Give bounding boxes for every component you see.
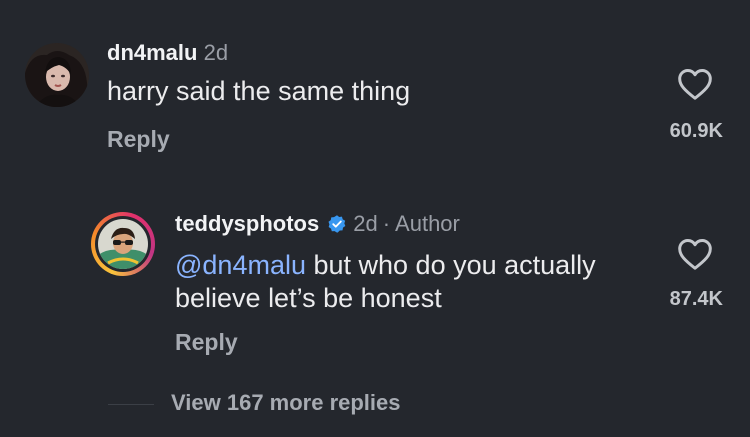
username[interactable]: teddysphotos <box>175 211 319 237</box>
avatar-photo <box>98 219 148 269</box>
comment-text: @dn4malu but who do you actually believe… <box>175 249 655 315</box>
comment-text: harry said the same thing <box>107 76 411 106</box>
meta-separator: · <box>382 211 391 236</box>
reply-button[interactable]: Reply <box>107 126 170 153</box>
comment-header: dn4malu 2d <box>107 40 228 66</box>
heart-icon[interactable] <box>677 237 713 271</box>
like-count: 60.9K <box>669 120 723 142</box>
like-count: 87.4K <box>669 288 723 310</box>
view-more-divider <box>108 404 154 405</box>
reply-button[interactable]: Reply <box>175 329 238 356</box>
avatar-photo <box>25 43 89 107</box>
avatar[interactable] <box>91 212 155 276</box>
view-more-replies-button[interactable]: View 167 more replies <box>171 390 401 416</box>
comment-age: 2d <box>203 40 229 65</box>
comment-header: teddysphotos 2d · Author <box>175 211 460 237</box>
avatar[interactable] <box>25 43 89 107</box>
comments-thread: dn4malu 2d harry said the same thing Rep… <box>0 0 750 437</box>
comment-age: 2d <box>353 211 378 236</box>
mention-link[interactable]: @dn4malu <box>175 250 306 280</box>
username[interactable]: dn4malu <box>107 40 197 65</box>
author-badge: Author <box>395 211 460 236</box>
heart-icon[interactable] <box>677 67 713 101</box>
verified-badge-icon <box>327 214 347 234</box>
